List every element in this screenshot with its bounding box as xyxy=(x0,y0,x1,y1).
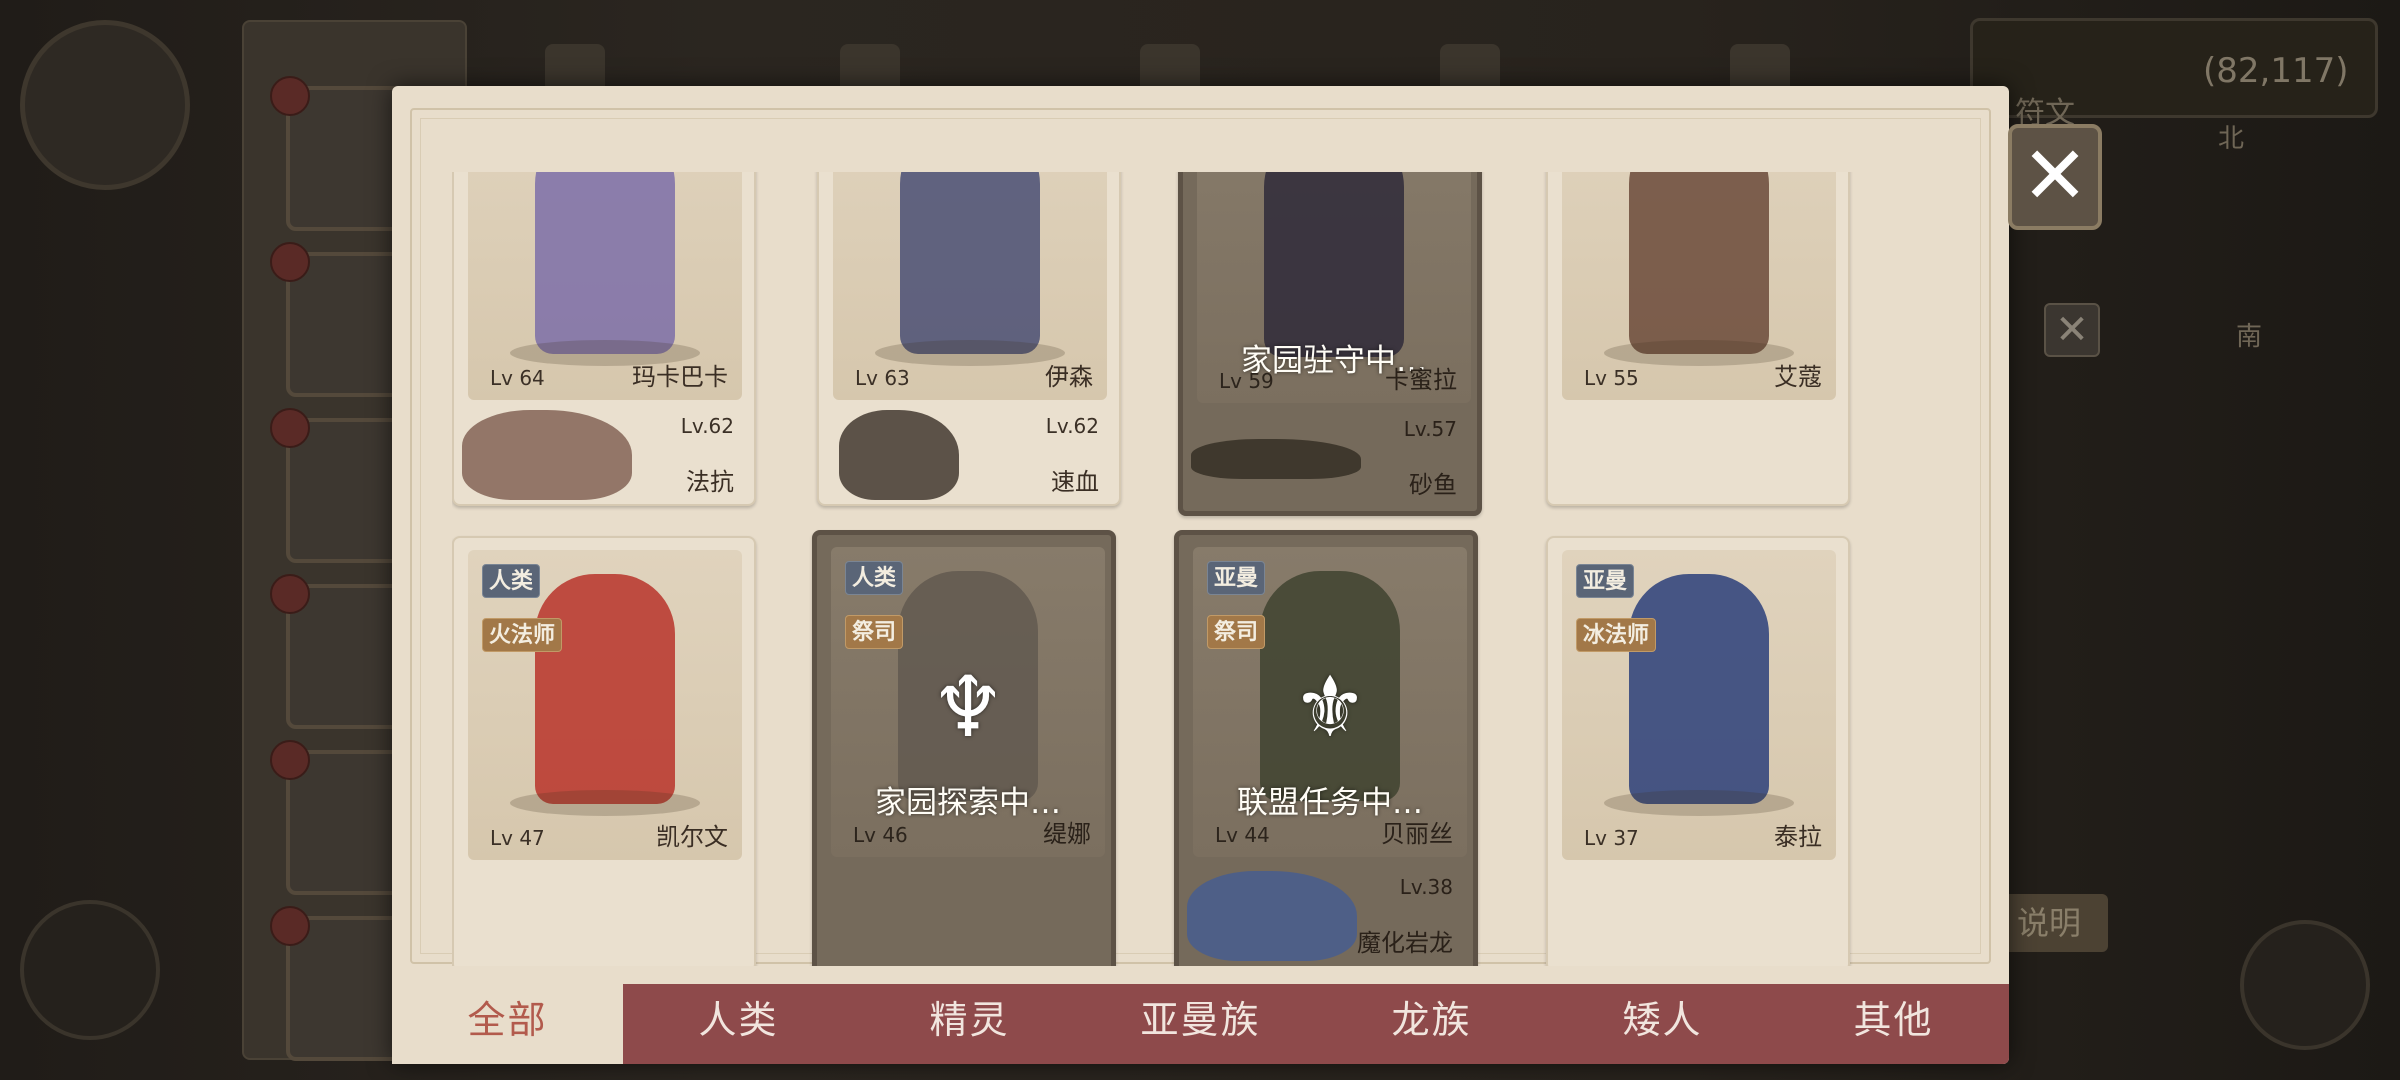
hero-card-busy[interactable]: 家园驻守中… Lv 59 卡蜜拉 Lv.57 砂鱼 xyxy=(1178,172,1482,516)
home-icon[interactable] xyxy=(2240,920,2370,1050)
hero-figure xyxy=(535,172,675,354)
race-tag: 亚曼 xyxy=(1207,561,1266,595)
pet-level: Lv.38 xyxy=(1399,875,1453,899)
pet-name: 魔化岩龙 xyxy=(1357,929,1453,957)
hero-level: Lv 59 xyxy=(1219,369,1274,393)
pet-level: Lv.57 xyxy=(1403,417,1457,441)
status-badge xyxy=(270,906,310,946)
tab-elf[interactable]: 精灵 xyxy=(854,984,1085,1064)
pet-slot: Lv.62 速血 xyxy=(819,406,1119,506)
hero-name: 伊森 xyxy=(1045,363,1093,391)
alliance-icon: ⚜ xyxy=(1292,658,1368,756)
hero-card-busy[interactable]: 人类 祭司 ♆ 家园探索中… Lv 46 缇娜 xyxy=(812,530,1116,966)
status-badge xyxy=(270,76,310,116)
hero-level: Lv 46 xyxy=(853,823,908,847)
hero-level: Lv 47 xyxy=(490,826,545,850)
pet-figure xyxy=(839,410,959,500)
hero-select-dialog: Lv 64 玛卡巴卡 Lv.62 法抗 Lv 63 伊森 Lv.62 速血 家园… xyxy=(392,86,2009,1064)
class-tag: 火法师 xyxy=(482,618,563,652)
figure-shadow xyxy=(510,790,700,816)
hero-level: Lv 55 xyxy=(1584,366,1639,390)
race-tag: 人类 xyxy=(482,564,541,598)
hero-figure xyxy=(900,172,1040,354)
explore-icon: ♆ xyxy=(930,658,1006,756)
hero-name: 凯尔文 xyxy=(656,823,728,851)
hero-level: Lv 63 xyxy=(855,366,910,390)
pet-figure xyxy=(1187,871,1357,961)
hero-portrait: Lv 63 伊森 xyxy=(833,172,1107,400)
class-tag: 祭司 xyxy=(845,615,904,649)
hero-portrait: 人类 祭司 ♆ 家园探索中… Lv 46 缇娜 xyxy=(831,547,1105,857)
hero-name: 卡蜜拉 xyxy=(1385,366,1457,394)
close-icon: ✕ xyxy=(2021,129,2089,222)
status-badge xyxy=(270,242,310,282)
class-tag: 祭司 xyxy=(1207,615,1266,649)
pet-level: Lv.62 xyxy=(1045,414,1099,438)
tab-dragon[interactable]: 龙族 xyxy=(1316,984,1547,1064)
hero-level: Lv 44 xyxy=(1215,823,1270,847)
figure-shadow xyxy=(875,340,1065,366)
pet-slot: Lv.38 魔化岩龙 xyxy=(1179,867,1473,966)
status-badge xyxy=(270,740,310,780)
hero-name: 艾蔻 xyxy=(1774,363,1822,391)
tab-all[interactable]: 全部 xyxy=(392,984,623,1064)
hero-figure xyxy=(1629,172,1769,354)
hero-name: 缇娜 xyxy=(1043,820,1091,848)
player-avatar[interactable] xyxy=(20,20,190,190)
hero-portrait: 亚曼 冰法师 Lv 37 泰拉 xyxy=(1562,550,1836,860)
hero-portrait: Lv 55 艾蔻 xyxy=(1562,172,1836,400)
hero-figure xyxy=(1629,574,1769,804)
race-filter-tabs: 全部 人类 精灵 亚曼族 龙族 矮人 其他 xyxy=(392,984,2009,1064)
hero-level: Lv 64 xyxy=(490,366,545,390)
status-badge xyxy=(270,408,310,448)
status-badge xyxy=(270,574,310,614)
hero-portrait: 人类 火法师 Lv 47 凯尔文 xyxy=(468,550,742,860)
close-button[interactable]: ✕ xyxy=(2008,124,2102,230)
tab-other[interactable]: 其他 xyxy=(1778,984,2009,1064)
hero-card[interactable]: Lv 64 玛卡巴卡 Lv.62 法抗 xyxy=(452,172,756,506)
hero-level: Lv 37 xyxy=(1584,826,1639,850)
hero-card[interactable]: Lv 55 艾蔻 xyxy=(1546,172,1850,506)
hero-card[interactable]: 人类 火法师 Lv 47 凯尔文 xyxy=(452,536,756,966)
status-text: 家园探索中… xyxy=(875,785,1061,821)
hero-grid: Lv 64 玛卡巴卡 Lv.62 法抗 Lv 63 伊森 Lv.62 速血 家园… xyxy=(452,172,1932,966)
tab-dwarf[interactable]: 矮人 xyxy=(1547,984,1778,1064)
hero-card[interactable]: 亚曼 冰法师 Lv 37 泰拉 xyxy=(1546,536,1850,966)
hero-portrait: 家园驻守中… Lv 59 卡蜜拉 xyxy=(1197,172,1471,403)
menu-icon[interactable] xyxy=(20,900,160,1040)
hero-card[interactable]: Lv 63 伊森 Lv.62 速血 xyxy=(817,172,1121,506)
tab-human[interactable]: 人类 xyxy=(623,984,854,1064)
hero-portrait: 亚曼 祭司 ⚜ 联盟任务中… Lv 44 贝丽丝 xyxy=(1193,547,1467,857)
pet-figure xyxy=(462,410,632,500)
class-tag: 冰法师 xyxy=(1576,618,1657,652)
pet-slot: Lv.57 砂鱼 xyxy=(1183,409,1477,509)
figure-shadow xyxy=(1604,790,1794,816)
pet-figure xyxy=(1191,439,1361,479)
pet-level: Lv.62 xyxy=(680,414,734,438)
hero-figure xyxy=(535,574,675,804)
hero-name: 玛卡巴卡 xyxy=(632,363,728,391)
pet-name: 速血 xyxy=(1051,468,1099,496)
pet-slot: Lv.62 法抗 xyxy=(454,406,754,506)
hero-name: 泰拉 xyxy=(1774,823,1822,851)
tab-yaman[interactable]: 亚曼族 xyxy=(1085,984,1316,1064)
figure-shadow xyxy=(1604,340,1794,366)
pet-name: 砂鱼 xyxy=(1409,471,1457,499)
panel-close-icon[interactable]: ✕ xyxy=(2044,303,2100,357)
hero-portrait: Lv 64 玛卡巴卡 xyxy=(468,172,742,400)
hero-card-busy[interactable]: 亚曼 祭司 ⚜ 联盟任务中… Lv 44 贝丽丝 Lv.38 魔化岩龙 xyxy=(1174,530,1478,966)
race-tag: 亚曼 xyxy=(1576,564,1635,598)
hero-figure xyxy=(1264,172,1404,357)
compass-south: 南 xyxy=(2236,322,2263,352)
compass-north: 北 xyxy=(2218,124,2245,154)
race-tag: 人类 xyxy=(845,561,904,595)
pet-name: 法抗 xyxy=(686,468,734,496)
hero-name: 贝丽丝 xyxy=(1381,820,1453,848)
